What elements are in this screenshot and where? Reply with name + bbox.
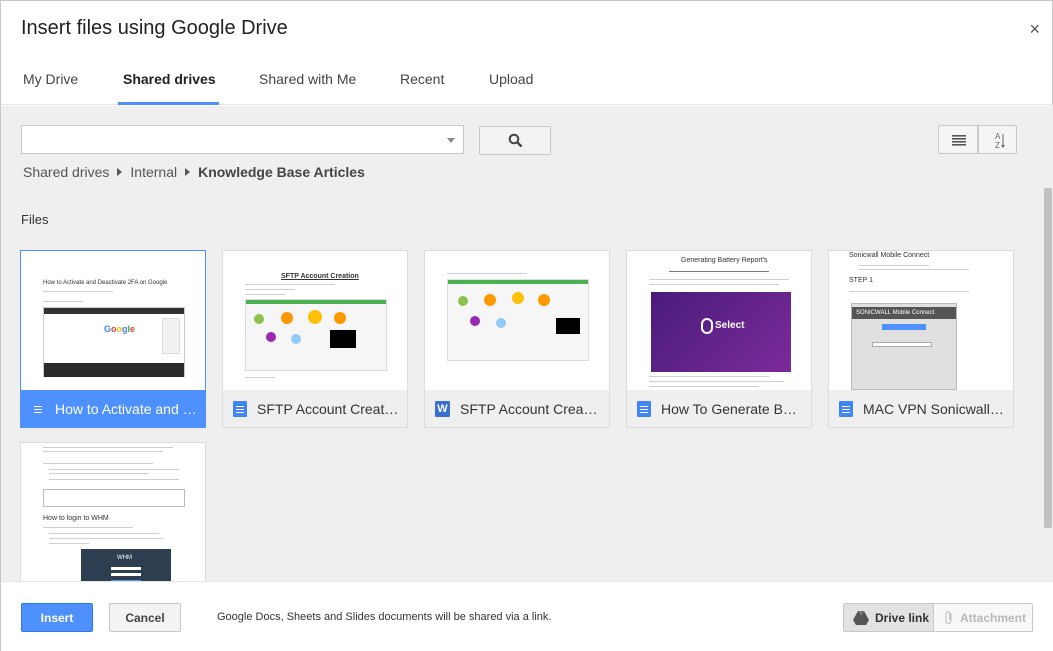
search-button[interactable] — [479, 126, 551, 155]
file-thumbnail: SFTP Account Creation — [223, 251, 407, 390]
insert-files-dialog: Insert files using Google Drive × My Dri… — [0, 0, 1053, 651]
file-card[interactable]: W SFTP Account Creation — [424, 250, 610, 428]
tab-shared-drives[interactable]: Shared drives — [123, 71, 216, 87]
tab-upload[interactable]: Upload — [489, 71, 533, 87]
tab-shared-with-me[interactable]: Shared with Me — [259, 71, 356, 87]
drive-link-label: Drive link — [875, 610, 930, 625]
file-label: How To Generate Battery Report's — [627, 390, 811, 427]
file-card[interactable]: How to Activate and Deactivate 2FA on Go… — [20, 250, 206, 428]
drive-icon — [853, 610, 869, 625]
breadcrumb: Shared drives Internal Knowledge Base Ar… — [23, 164, 365, 180]
svg-text:A: A — [995, 132, 1001, 141]
doc-icon — [31, 401, 45, 417]
list-view-button[interactable] — [938, 125, 978, 154]
svg-text:Z: Z — [995, 141, 1000, 150]
breadcrumb-current: Knowledge Base Articles — [198, 164, 365, 180]
thumbnail-title: Sonicwall Mobile Connect — [849, 252, 930, 259]
paperclip-icon — [945, 610, 952, 624]
file-thumbnail: Sonicwall Mobile Connect STEP 1 SONICWAL… — [829, 251, 1013, 390]
file-card[interactable]: SFTP Account Creation SFTP Account Creat… — [222, 250, 408, 428]
tab-my-drive[interactable]: My Drive — [23, 71, 78, 87]
file-thumbnail: How to login to WHM WHM — [21, 443, 205, 581]
drive-link-toggle[interactable]: Drive link — [843, 603, 934, 632]
word-icon: W — [435, 400, 450, 417]
file-name: How to Activate and Deactivate 2FA on Go… — [55, 400, 205, 417]
sort-button[interactable]: A Z — [978, 125, 1017, 154]
share-note: Google Docs, Sheets and Slides documents… — [217, 611, 552, 623]
thumbnail-title: SFTP Account Creation — [281, 273, 359, 280]
dialog-footer: Insert Cancel Google Docs, Sheets and Sl… — [1, 581, 1053, 651]
doc-icon — [637, 400, 651, 417]
close-icon[interactable]: × — [1029, 19, 1040, 39]
doc-icon — [839, 400, 853, 417]
list-view-icon — [952, 135, 966, 146]
file-label: How to Activate and Deactivate 2FA on Go… — [21, 390, 205, 427]
file-name: SFTP Account Creation — [460, 400, 607, 417]
cancel-button[interactable]: Cancel — [109, 603, 181, 632]
breadcrumb-internal[interactable]: Internal — [130, 164, 177, 180]
sort-az-icon: A Z — [995, 132, 1005, 150]
file-browser: A Z Shared drives Internal Knowledge Bas… — [1, 106, 1043, 581]
search-input[interactable] — [21, 125, 464, 154]
doc-icon — [233, 400, 247, 417]
file-name: MAC VPN Sonicwall Mobile Connect — [863, 400, 1013, 417]
file-card[interactable]: Sonicwall Mobile Connect STEP 1 SONICWAL… — [828, 250, 1014, 428]
search-icon — [508, 133, 523, 148]
file-name: How To Generate Battery Report's — [661, 400, 811, 417]
file-thumbnail — [425, 251, 609, 390]
chevron-right-icon — [185, 168, 191, 176]
tab-recent[interactable]: Recent — [400, 71, 444, 87]
attachment-toggle[interactable]: Attachment — [934, 603, 1033, 632]
active-tab-indicator — [118, 102, 219, 105]
chevron-down-icon[interactable] — [447, 138, 455, 143]
chevron-right-icon — [117, 168, 123, 176]
tab-bar: My Drive Shared drives Shared with Me Re… — [1, 57, 1053, 105]
thumbnail-title: How to Activate and Deactivate 2FA on Go… — [43, 280, 168, 286]
scrollbar[interactable] — [1043, 106, 1053, 581]
file-name: SFTP Account Creation — [257, 400, 404, 417]
thumbnail-title: How to login to WHM — [43, 515, 109, 522]
file-label: SFTP Account Creation — [223, 390, 407, 427]
dialog-title: Insert files using Google Drive — [21, 17, 288, 39]
section-label-files: Files — [21, 212, 49, 227]
file-label: W SFTP Account Creation — [425, 390, 609, 427]
insert-button[interactable]: Insert — [21, 603, 93, 632]
file-card[interactable]: How to login to WHM WHM — [20, 442, 206, 581]
file-thumbnail: How to Activate and Deactivate 2FA on Go… — [21, 251, 205, 390]
breadcrumb-shared-drives[interactable]: Shared drives — [23, 164, 109, 180]
scrollbar-thumb[interactable] — [1044, 188, 1052, 528]
thumbnail-title: Generating Battery Report's — [681, 257, 768, 264]
file-thumbnail: Generating Battery Report's Select — [627, 251, 811, 390]
file-card[interactable]: Generating Battery Report's Select How T… — [626, 250, 812, 428]
attachment-label: Attachment — [960, 610, 1027, 625]
file-label: MAC VPN Sonicwall Mobile Connect — [829, 390, 1013, 427]
